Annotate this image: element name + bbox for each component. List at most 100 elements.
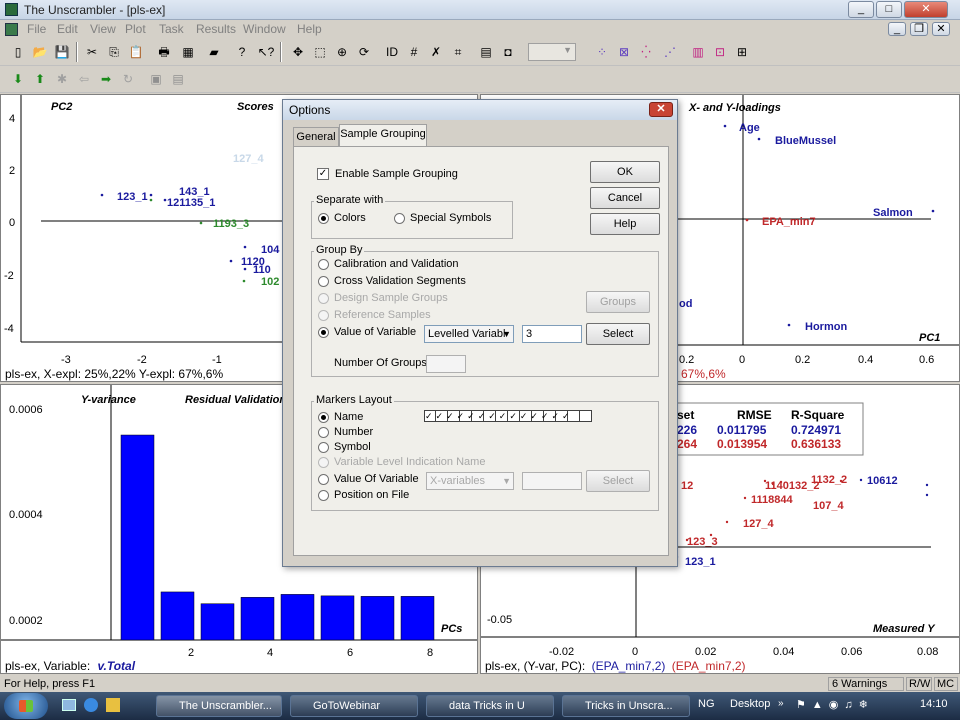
stats-cell: 0.724971 [791,423,841,437]
save-icon[interactable]: 💾 [52,42,72,62]
groups-button[interactable]: Groups [586,291,650,313]
expand-tray-icon[interactable]: » [778,698,784,709]
marker-value-radio[interactable] [318,474,329,485]
menu-plot[interactable]: Plot [125,22,146,36]
tab-sample-grouping[interactable]: Sample Grouping [339,124,427,147]
calibration-validation-radio[interactable] [318,259,329,270]
doc-restore-button[interactable]: ❐ [910,22,928,36]
colors-radio[interactable] [318,213,329,224]
rescale-icon[interactable]: ⟳ [354,42,374,62]
marker-symbol-radio[interactable] [318,442,329,453]
frame-icon[interactable]: ▣ [146,69,166,89]
dialog-close-button[interactable]: ✕ [649,102,673,117]
scores-plot-icon[interactable]: ⁘ [592,42,612,62]
stats-cell: 226 [677,423,697,437]
variable-select[interactable]: Levelled Variabl ▼ [424,325,514,343]
task-unscrambler[interactable]: The Unscrambler... [156,695,282,717]
show-desktop-icon[interactable] [62,699,76,711]
warnings-count[interactable]: 6 Warnings [828,677,904,691]
star-icon[interactable]: ✱ [52,69,72,89]
menu-view[interactable]: View [90,22,116,36]
enable-grouping-checkbox[interactable]: ✓ [317,168,329,180]
marker-level-radio[interactable] [318,457,329,468]
reference-samples-radio[interactable] [318,310,329,321]
menu-edit[interactable]: Edit [57,22,78,36]
pc-dropdown[interactable]: ▼ [528,43,576,61]
mark-icon[interactable]: ✗ [426,42,446,62]
doc-minimize-button[interactable]: _ [888,22,906,36]
paste-icon[interactable]: 📋 [126,42,146,62]
cut-icon[interactable]: ✂ [82,42,102,62]
start-button[interactable] [4,693,48,719]
overview-icon[interactable]: ⋰ [660,42,680,62]
close-button[interactable]: ✕ [904,1,948,18]
browser-icon[interactable] [84,698,98,712]
camera-icon[interactable]: ◘ [498,42,518,62]
variance-plot-icon[interactable]: ⊡ [710,42,730,62]
folder-icon[interactable] [106,698,120,712]
group-select-button[interactable]: Select [586,323,650,345]
tray-icons[interactable]: ⚑▲◉♫❄ [796,698,874,711]
desktop-toolbar[interactable]: Desktop [730,698,770,710]
cancel-button[interactable]: Cancel [590,187,660,209]
marker-number-radio[interactable] [318,427,329,438]
design-groups-radio[interactable] [318,293,329,304]
marker-position-radio[interactable] [318,490,329,501]
zoom-area-icon[interactable]: ⬚ [310,42,330,62]
id-icon[interactable]: ID [382,42,402,62]
language-indicator[interactable]: NG [698,698,715,710]
axes-icon[interactable]: ⌗ [448,42,468,62]
predicted-status: pls-ex, (Y-var, PC): (EPA_min7,2) (EPA_m… [485,659,955,673]
new-icon[interactable]: ▯ [8,42,28,62]
data-frame-icon[interactable]: ▤ [168,69,188,89]
predicted-plot-icon[interactable]: ⊞ [732,42,752,62]
special-symbols-label: Special Symbols [410,212,492,224]
task-data-tricks[interactable]: data Tricks in U [426,695,554,717]
minimize-button[interactable]: _ [848,1,874,18]
refresh-icon[interactable]: ↻ [118,69,138,89]
variable-count-field[interactable]: 3 [522,325,582,343]
help-icon[interactable]: ? [232,42,252,62]
arrow-up-icon[interactable]: ⬆ [30,69,50,89]
zoom-in-icon[interactable]: ⊕ [332,42,352,62]
maximize-button[interactable]: □ [876,1,902,18]
ok-button[interactable]: OK [590,161,660,183]
scatter-icon[interactable]: ⁛ [636,42,656,62]
loading-label: od [679,298,692,310]
menu-window[interactable]: Window [243,22,286,36]
tab-general[interactable]: General [293,127,339,147]
menu-help[interactable]: Help [297,22,322,36]
menu-results[interactable]: Results [196,22,236,36]
context-help-icon[interactable]: ↖? [256,42,276,62]
bar-plot-icon[interactable]: ▥ [688,42,708,62]
arrow-left-icon[interactable]: ⇦ [74,69,94,89]
doc-close-button[interactable]: ✕ [932,22,950,36]
loadings-plot-icon[interactable]: ⊠ [614,42,634,62]
task-gotowebinar[interactable]: GoToWebinar [290,695,418,717]
cv-segments-radio[interactable] [318,276,329,287]
number-of-groups-spinner[interactable] [426,355,466,373]
special-symbols-radio[interactable] [394,213,405,224]
marker-select-button[interactable]: Select [586,470,650,492]
x-tick: -2 [137,354,147,366]
marker-value-field[interactable] [522,472,582,490]
marker-name-checkbox-row[interactable]: ✓✓✓✓✓✓✓✓✓✓✓✓✓✓ [424,410,592,422]
arrow-down-icon[interactable]: ⬇ [8,69,28,89]
arrow-right-icon[interactable]: ➡ [96,69,116,89]
marker-name-radio[interactable] [318,412,329,423]
x-variables-select[interactable]: X-variables ▼ [426,472,514,490]
zoom-fit-icon[interactable]: ✥ [288,42,308,62]
value-of-variable-radio[interactable] [318,327,329,338]
book-icon[interactable]: ▰ [204,42,224,62]
grid-icon[interactable]: # [404,42,424,62]
toolbar-separator [280,42,282,62]
copy-icon[interactable]: ⎘ [104,42,124,62]
menu-task[interactable]: Task [159,22,184,36]
table-icon[interactable]: ▦ [178,42,198,62]
task-tricks-unscrambler[interactable]: Tricks in Unscra... [562,695,690,717]
stats-icon[interactable]: ▤ [476,42,496,62]
print-icon[interactable]: 🖶 [154,42,174,62]
open-icon[interactable]: 📂 [30,42,50,62]
help-button[interactable]: Help [590,213,660,235]
menu-file[interactable]: File [27,22,46,36]
